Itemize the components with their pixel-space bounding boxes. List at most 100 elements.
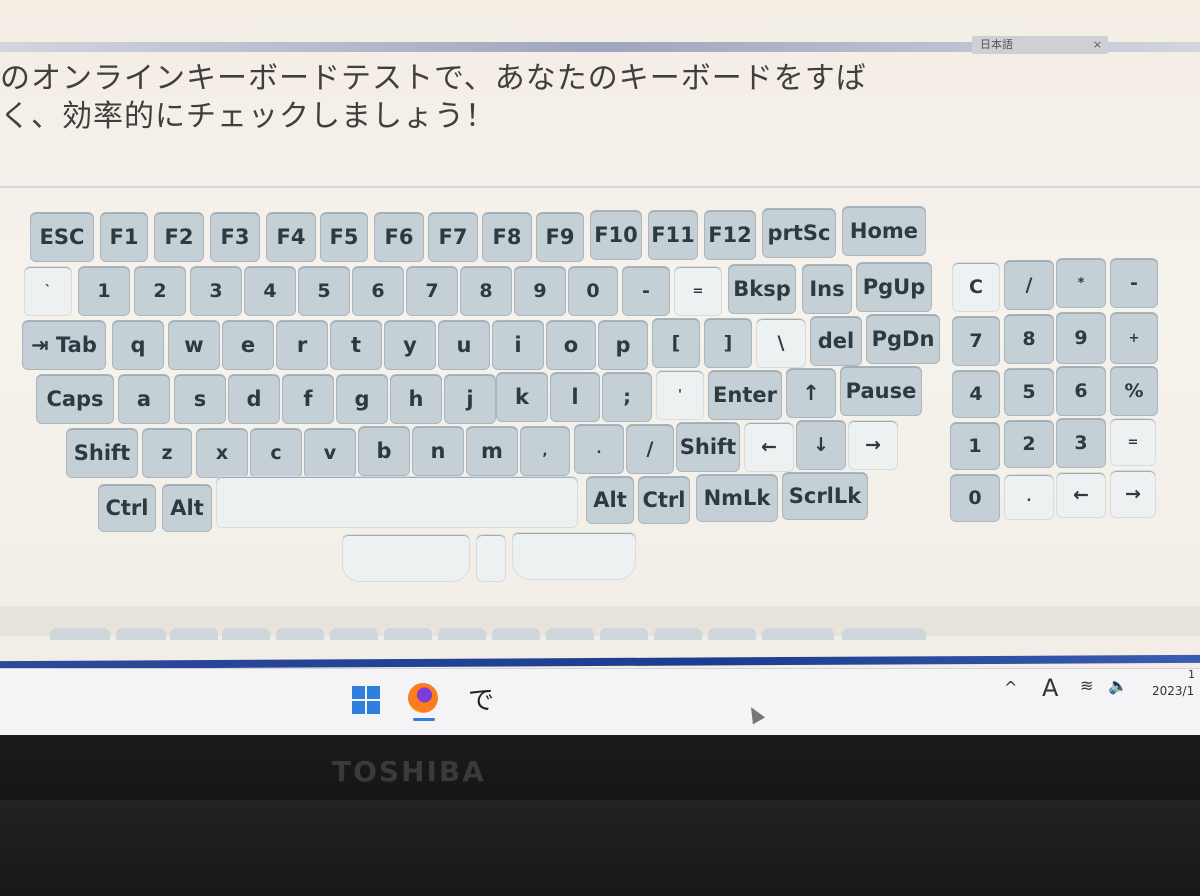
key-f1[interactable]: F1 — [100, 212, 148, 262]
key-6[interactable]: 6 — [352, 266, 404, 316]
numpad-arrow-right[interactable]: → — [1110, 470, 1156, 518]
key-q[interactable]: q — [112, 320, 164, 370]
tray-time[interactable]: 1 — [1188, 668, 1195, 681]
key-n[interactable]: n — [412, 426, 464, 476]
close-icon[interactable]: × — [1093, 36, 1102, 54]
key-l[interactable]: l — [550, 372, 600, 422]
key-b[interactable]: b — [358, 426, 410, 476]
key-f9[interactable]: F9 — [536, 212, 584, 262]
key-f4[interactable]: F4 — [266, 212, 316, 262]
volume-icon[interactable]: 🔈 — [1108, 676, 1128, 695]
numpad-divide[interactable]: / — [1004, 260, 1054, 310]
key-0[interactable]: 0 — [568, 266, 618, 316]
key-t[interactable]: t — [330, 320, 382, 370]
key-slash[interactable]: / — [626, 424, 674, 474]
numpad-0[interactable]: 0 — [950, 474, 1000, 522]
key-arrow-left[interactable]: ← — [744, 422, 794, 472]
key-8[interactable]: 8 — [460, 266, 512, 316]
numpad-4[interactable]: 4 — [952, 370, 1000, 418]
numpad-minus[interactable]: - — [1110, 258, 1158, 308]
key-equals[interactable]: = — [674, 266, 722, 316]
key-enter[interactable]: Enter — [708, 370, 782, 420]
tray-date[interactable]: 2023/1 — [1152, 684, 1194, 698]
key-delete[interactable]: del — [810, 316, 862, 366]
key-page-down[interactable]: PgDn — [866, 314, 940, 364]
key-h[interactable]: h — [390, 374, 442, 424]
numpad-2[interactable]: 2 — [1004, 420, 1054, 468]
key-p[interactable]: p — [598, 320, 648, 370]
key-num-lock[interactable]: NmLk — [696, 474, 778, 522]
key-f12[interactable]: F12 — [704, 210, 756, 260]
numpad-equals[interactable]: = — [1110, 418, 1156, 466]
key-k[interactable]: k — [496, 372, 548, 422]
numpad-clear[interactable]: C — [952, 262, 1000, 312]
numpad-multiply[interactable]: * — [1056, 258, 1106, 308]
key-pause[interactable]: Pause — [840, 366, 922, 416]
key-backslash[interactable]: \ — [756, 318, 806, 368]
key-backspace[interactable]: Bksp — [728, 264, 796, 314]
key-left-shift[interactable]: Shift — [66, 428, 138, 478]
key-left-bracket[interactable]: [ — [652, 318, 700, 368]
key-backtick[interactable]: ` — [24, 266, 72, 316]
key-arrow-right[interactable]: → — [848, 420, 898, 470]
windows-start-icon[interactable] — [352, 686, 380, 714]
key-d[interactable]: d — [228, 374, 280, 424]
firefox-icon[interactable] — [408, 683, 438, 713]
wifi-icon[interactable]: ≋ — [1080, 676, 1093, 695]
key-semicolon[interactable]: ; — [602, 372, 652, 422]
key-extra-left[interactable] — [342, 534, 470, 582]
key-m[interactable]: m — [466, 426, 518, 476]
key-g[interactable]: g — [336, 374, 388, 424]
key-quote[interactable]: ' — [656, 370, 704, 420]
key-1[interactable]: 1 — [78, 266, 130, 316]
key-c[interactable]: c — [250, 428, 302, 478]
key-y[interactable]: y — [384, 320, 436, 370]
key-w[interactable]: w — [168, 320, 220, 370]
key-v[interactable]: v — [304, 428, 356, 478]
key-5[interactable]: 5 — [298, 266, 350, 316]
taskbar-app-label[interactable]: で — [468, 680, 494, 717]
key-period[interactable]: . — [574, 424, 624, 474]
numpad-plus[interactable]: + — [1110, 312, 1158, 364]
key-f[interactable]: f — [282, 374, 334, 424]
key-extra-right[interactable] — [512, 532, 636, 580]
key-f10[interactable]: F10 — [590, 210, 642, 260]
key-insert[interactable]: Ins — [802, 264, 852, 314]
key-9[interactable]: 9 — [514, 266, 566, 316]
key-f7[interactable]: F7 — [428, 212, 478, 262]
key-home[interactable]: Home — [842, 206, 926, 256]
key-a[interactable]: a — [118, 374, 170, 424]
key-arrow-up[interactable]: ↑ — [786, 368, 836, 418]
numpad-7[interactable]: 7 — [952, 316, 1000, 366]
numpad-8[interactable]: 8 — [1004, 314, 1054, 364]
key-left-alt[interactable]: Alt — [162, 484, 212, 532]
key-e[interactable]: e — [222, 320, 274, 370]
key-f11[interactable]: F11 — [648, 210, 698, 260]
numpad-6[interactable]: 6 — [1056, 366, 1106, 416]
key-minus[interactable]: - — [622, 266, 670, 316]
key-f8[interactable]: F8 — [482, 212, 532, 262]
key-caps-lock[interactable]: Caps — [36, 374, 114, 424]
key-right-shift[interactable]: Shift — [676, 422, 740, 472]
language-badge[interactable]: 日本語 × — [972, 36, 1108, 54]
key-page-up[interactable]: PgUp — [856, 262, 932, 312]
key-right-ctrl[interactable]: Ctrl — [638, 476, 690, 524]
ime-indicator[interactable]: A — [1042, 674, 1058, 702]
key-f6[interactable]: F6 — [374, 212, 424, 262]
key-2[interactable]: 2 — [134, 266, 186, 316]
numpad-arrow-left[interactable]: ← — [1056, 472, 1106, 518]
numpad-1[interactable]: 1 — [950, 422, 1000, 470]
key-f5[interactable]: F5 — [320, 212, 368, 262]
key-scroll-lock[interactable]: ScrlLk — [782, 472, 868, 520]
key-7[interactable]: 7 — [406, 266, 458, 316]
key-u[interactable]: u — [438, 320, 490, 370]
key-4[interactable]: 4 — [244, 266, 296, 316]
tray-chevron-up-icon[interactable]: ^ — [1004, 678, 1017, 697]
numpad-3[interactable]: 3 — [1056, 418, 1106, 468]
key-o[interactable]: o — [546, 320, 596, 370]
key-f2[interactable]: F2 — [154, 212, 204, 262]
numpad-5[interactable]: 5 — [1004, 368, 1054, 416]
key-3[interactable]: 3 — [190, 266, 242, 316]
key-esc[interactable]: ESC — [30, 212, 94, 262]
key-arrow-down[interactable]: ↓ — [796, 420, 846, 470]
